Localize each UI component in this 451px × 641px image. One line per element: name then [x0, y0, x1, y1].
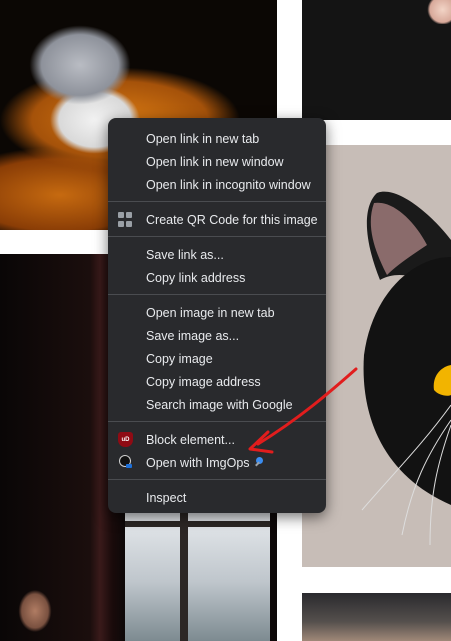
ublock-badge-text: uD: [121, 436, 130, 443]
hand-detail: [427, 0, 451, 24]
context-menu: Open link in new tab Open link in new wi…: [108, 118, 326, 513]
pushpin-icon: [255, 457, 266, 468]
menu-item-label: Inspect: [146, 490, 187, 505]
menu-save-link-as[interactable]: Save link as...: [108, 243, 326, 266]
menu-separator: [108, 479, 326, 480]
menu-open-link-new-window[interactable]: Open link in new window: [108, 150, 326, 173]
menu-item-label: Save link as...: [146, 247, 224, 262]
menu-item-label: Open with ImgOps: [146, 455, 250, 470]
menu-block-element[interactable]: uD Block element...: [108, 428, 326, 451]
menu-separator: [108, 201, 326, 202]
menu-copy-link-address[interactable]: Copy link address: [108, 266, 326, 289]
menu-item-label: Open image in new tab: [146, 305, 275, 320]
menu-item-label: Open link in new window: [146, 154, 284, 169]
menu-item-label: Copy link address: [146, 270, 246, 285]
menu-copy-image[interactable]: Copy image: [108, 347, 326, 370]
menu-separator: [108, 294, 326, 295]
menu-item-label: Copy image: [146, 351, 213, 366]
ublock-origin-icon: uD: [118, 432, 133, 447]
menu-item-label: Search image with Google: [146, 397, 293, 412]
dark-image-top-right[interactable]: [302, 0, 451, 120]
window-pane: [125, 509, 270, 641]
menu-item-label: Copy image address: [146, 374, 261, 389]
menu-separator: [108, 421, 326, 422]
man-face: [5, 579, 65, 641]
menu-search-image-google[interactable]: Search image with Google: [108, 393, 326, 416]
menu-inspect[interactable]: Inspect: [108, 486, 326, 509]
menu-open-image-new-tab[interactable]: Open image in new tab: [108, 301, 326, 324]
menu-item-label: Open link in new tab: [146, 131, 260, 146]
menu-item-label: Create QR Code for this image: [146, 212, 318, 227]
imgops-icon: [118, 455, 133, 470]
menu-open-link-new-tab[interactable]: Open link in new tab: [108, 127, 326, 150]
menu-open-link-incognito[interactable]: Open link in incognito window: [108, 173, 326, 196]
menu-item-label: Open link in incognito window: [146, 177, 311, 192]
menu-separator: [108, 236, 326, 237]
menu-item-label: Block element...: [146, 432, 235, 447]
sunset-image-bottom-right[interactable]: [302, 593, 451, 641]
menu-open-with-imgops[interactable]: Open with ImgOps: [108, 451, 326, 474]
menu-item-label: Save image as...: [146, 328, 240, 343]
qr-code-icon: [118, 212, 133, 227]
menu-create-qr-code[interactable]: Create QR Code for this image: [108, 208, 326, 231]
menu-save-image-as[interactable]: Save image as...: [108, 324, 326, 347]
menu-copy-image-address[interactable]: Copy image address: [108, 370, 326, 393]
